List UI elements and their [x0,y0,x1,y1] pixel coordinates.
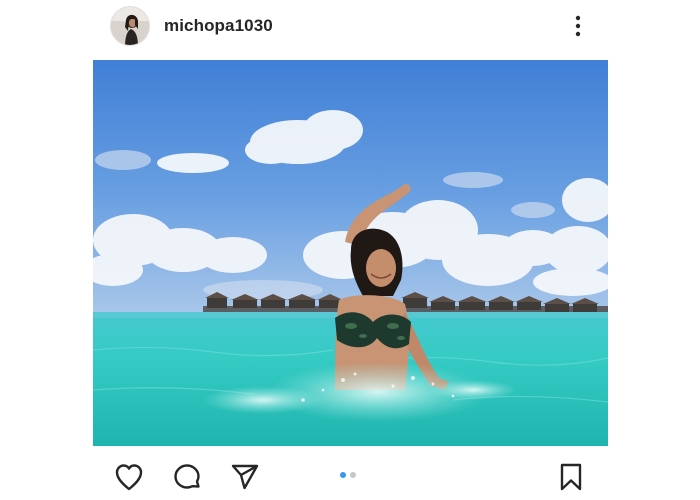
save-button[interactable] [554,460,588,494]
bookmark-icon [560,463,582,491]
like-button[interactable] [112,460,146,494]
comment-button[interactable] [170,460,204,494]
post-header: michopa1030 [0,0,700,52]
heart-icon [115,464,143,491]
more-vertical-icon [575,15,581,37]
share-button[interactable] [228,460,262,494]
avatar-image [111,7,149,45]
avatar[interactable] [110,6,150,46]
post-photo[interactable] [93,60,608,446]
carousel-indicator [340,472,356,478]
more-options-button[interactable] [566,10,590,42]
comment-icon [174,464,200,489]
beach-photo [93,60,608,446]
send-icon [231,464,259,490]
post-action-bar [0,452,700,500]
carousel-dot [350,472,356,478]
carousel-dot [340,472,346,478]
username[interactable]: michopa1030 [164,16,273,36]
